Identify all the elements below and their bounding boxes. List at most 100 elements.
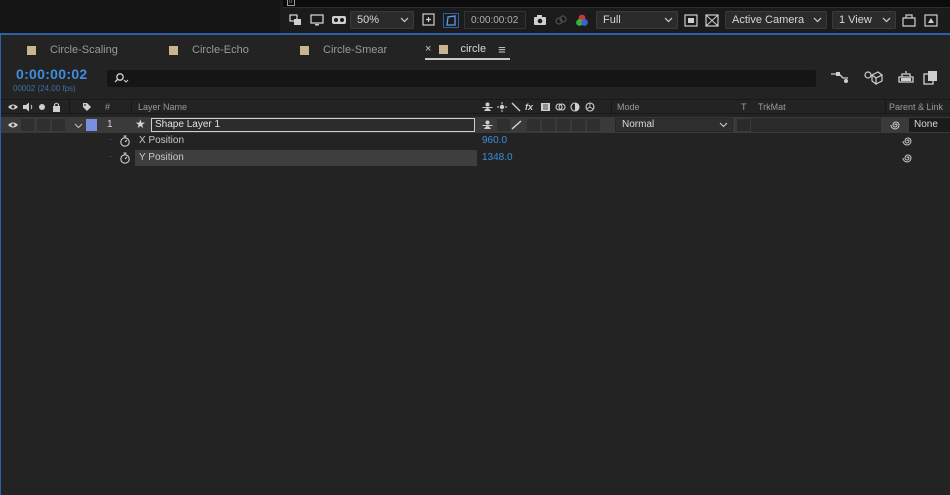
pick-whip-spiral-icon[interactable] [901,135,915,147]
quality-slash-icon[interactable] [511,102,521,112]
property-dot: · [109,151,112,161]
camera-view-value: Active Camera [732,14,805,26]
selected-property-highlight [135,150,477,166]
layer-visibility-eye-icon[interactable] [7,121,19,129]
reset-exposure-icon[interactable] [924,9,938,31]
view-layout-dropdown[interactable]: 1 View [832,11,896,29]
frame-info: 00002 (24.00 fps) [13,84,76,93]
stopwatch-icon[interactable] [119,152,131,164]
share-view-icon[interactable] [902,9,916,31]
zoom-dropdown[interactable]: 50% [350,11,414,29]
shy-switch-icon[interactable] [482,102,493,112]
property-value[interactable]: 1348.0 [482,152,513,163]
3d-toggle[interactable] [587,119,600,131]
layer-row[interactable]: 1 ★ Shape Layer 1 Normal None [1,117,950,133]
stopwatch-icon[interactable] [119,135,131,147]
adjustment-layer-icon[interactable] [570,102,580,112]
draft-3d-icon[interactable] [863,70,883,86]
solo-toggle[interactable] [37,119,50,131]
show-snapshot-icon[interactable] [555,9,568,31]
color-channels-icon[interactable] [575,9,589,31]
audio-speaker-icon[interactable] [22,102,34,112]
pick-whip-spiral-icon[interactable] [889,119,903,131]
tab-menu-icon[interactable]: ≡ [498,42,506,57]
audio-toggle[interactable] [21,119,34,131]
label-tag-icon[interactable] [82,102,92,112]
resolution-value: Full [603,14,621,26]
property-row-x-position[interactable]: · X Position 960.0 [1,133,950,149]
3d-layer-icon[interactable] [585,102,595,112]
tab-circle-echo[interactable]: Circle-Echo [169,40,249,60]
tab-circle-scaling[interactable]: Circle-Scaling [27,40,118,60]
expand-chevron-icon[interactable] [74,123,83,129]
timeline-panel: Circle-Scaling Circle-Echo Circle-Smear … [0,35,950,495]
preserve-transparency-toggle[interactable] [737,119,750,131]
frame-blend-toggle[interactable] [542,119,555,131]
mask-visibility-icon[interactable] [443,9,459,31]
layer-quality-icon[interactable] [511,120,523,130]
pick-whip-spiral-icon[interactable] [901,152,915,164]
viewer-toolbar-strip: 0 50% 0:00:00:02 Full Active Camera 1 Vi… [0,0,950,33]
eye-icon[interactable] [7,103,19,111]
grid-guide-icon[interactable] [422,9,436,31]
viewer-area [0,0,280,33]
layer-shy-switch-icon[interactable] [482,120,493,130]
chevron-down-icon [664,17,673,23]
solo-dot-icon[interactable] [38,103,46,111]
shape-layer-star-icon: ★ [135,117,146,131]
composition-tabs: Circle-Scaling Circle-Echo Circle-Smear … [1,35,950,61]
blend-mode-dropdown[interactable]: Normal [615,118,733,132]
parent-dropdown[interactable]: None [909,118,950,132]
collapse-toggle[interactable] [497,119,510,131]
track-matte-field[interactable] [751,118,881,132]
column-t: T [741,102,747,112]
vr-goggles-icon[interactable] [331,9,347,31]
composition-flowchart-icon[interactable] [830,70,850,84]
ruler-mark: 0 [287,0,295,6]
frame-blending-icon[interactable] [923,70,939,85]
hide-shy-layers-icon[interactable] [897,70,915,84]
column-trkmat[interactable]: TrkMat [758,102,786,112]
layer-label-color[interactable] [86,119,97,131]
tab-color-swatch [169,45,178,55]
effects-toggle[interactable] [527,119,540,131]
current-time-display[interactable]: 0:00:00:02 [16,66,88,82]
view-layout-value: 1 View [839,14,872,26]
viewer-timecode[interactable]: 0:00:00:02 [464,11,526,29]
always-preview-icon[interactable] [289,9,302,31]
property-name: Y Position [139,152,184,163]
tab-close-icon[interactable]: × [425,43,431,55]
column-layer-name[interactable]: Layer Name [138,102,187,112]
tab-circle-smear[interactable]: Circle-Smear [300,40,387,60]
zoom-value: 50% [357,14,380,26]
chevron-down-icon [813,17,822,23]
layer-index: 1 [107,119,113,130]
property-row-y-position[interactable]: · Y Position 1348.0 [1,150,950,166]
property-value[interactable]: 960.0 [482,135,507,146]
tab-color-swatch [27,45,36,55]
resolution-dropdown[interactable]: Full [596,11,678,29]
chevron-down-icon [400,17,409,23]
layer-search-input[interactable] [107,70,816,87]
adjustment-toggle[interactable] [572,119,585,131]
column-mode[interactable]: Mode [617,102,640,112]
motion-blur-icon[interactable] [555,102,566,112]
camera-snapshot-icon[interactable] [533,9,547,31]
lock-toggle[interactable] [52,119,65,131]
effects-fx-icon[interactable]: fx [525,102,533,112]
column-parent-link[interactable]: Parent & Link [889,102,943,112]
layer-column-header: # Layer Name fx Mode T TrkMat Parent & L… [1,99,950,114]
frame-blend-icon[interactable] [540,102,551,112]
transparency-grid-icon[interactable] [705,9,719,31]
monitor-icon[interactable] [310,9,324,31]
layer-name-field[interactable]: Shape Layer 1 [151,118,475,132]
chevron-down-icon [882,17,891,23]
motion-blur-toggle[interactable] [557,119,570,131]
lock-icon[interactable] [52,102,61,112]
camera-view-dropdown[interactable]: Active Camera [725,11,827,29]
collapse-sun-icon[interactable] [497,102,507,112]
tab-circle[interactable]: × circle ≡ [425,40,510,60]
tab-color-swatch [439,44,449,54]
column-number: # [105,102,111,112]
region-of-interest-icon[interactable] [684,9,698,31]
